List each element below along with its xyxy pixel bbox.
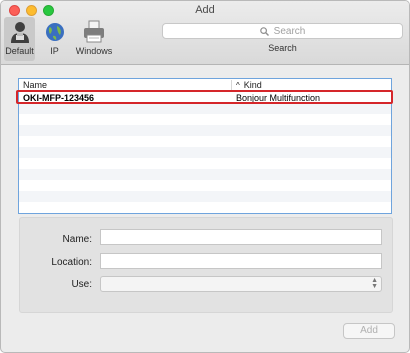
column-header-kind-label: Kind: [243, 80, 262, 90]
window-title: Add: [195, 4, 215, 16]
column-header-kind[interactable]: ^ Kind: [236, 80, 262, 90]
name-label: Name:: [62, 234, 92, 245]
use-label: Use:: [71, 279, 92, 290]
use-select[interactable]: ▲ ▼: [100, 276, 382, 292]
windows-printer-icon: [84, 20, 104, 43]
toolbar-ip-label: IP: [50, 46, 59, 56]
add-button[interactable]: Add: [343, 323, 395, 339]
list-stripes: [19, 92, 391, 213]
selection-highlight: [16, 90, 393, 104]
search-label: Search: [268, 43, 297, 53]
add-printer-window: Add Default IP Windows Search Search Nam…: [0, 0, 410, 353]
toolbar-windows-button[interactable]: Windows: [74, 17, 114, 61]
toolbar-default-button[interactable]: Default: [4, 17, 35, 61]
column-divider: [231, 80, 232, 90]
toolbar-default-label: Default: [5, 46, 34, 56]
printer-properties-panel: Name: Location: Use: ▲ ▼: [19, 217, 393, 313]
toolbar: Default IP Windows: [4, 17, 118, 61]
sort-ascending-icon: ^: [236, 80, 240, 90]
search-icon: [259, 26, 269, 36]
toolbar-ip-button[interactable]: IP: [39, 17, 70, 61]
search-field[interactable]: Search: [162, 23, 403, 39]
search-placeholder: Search: [273, 25, 306, 37]
name-field[interactable]: [100, 229, 382, 245]
default-printers-icon: [10, 22, 29, 43]
location-field[interactable]: [100, 253, 382, 269]
titlebar: Add Default IP Windows Search Search: [1, 1, 409, 65]
toolbar-windows-label: Windows: [75, 46, 113, 56]
column-header-name[interactable]: Name: [23, 80, 47, 90]
location-label: Location:: [51, 257, 92, 268]
globe-icon: [45, 23, 64, 41]
select-arrows-icon: ▲ ▼: [371, 277, 378, 290]
